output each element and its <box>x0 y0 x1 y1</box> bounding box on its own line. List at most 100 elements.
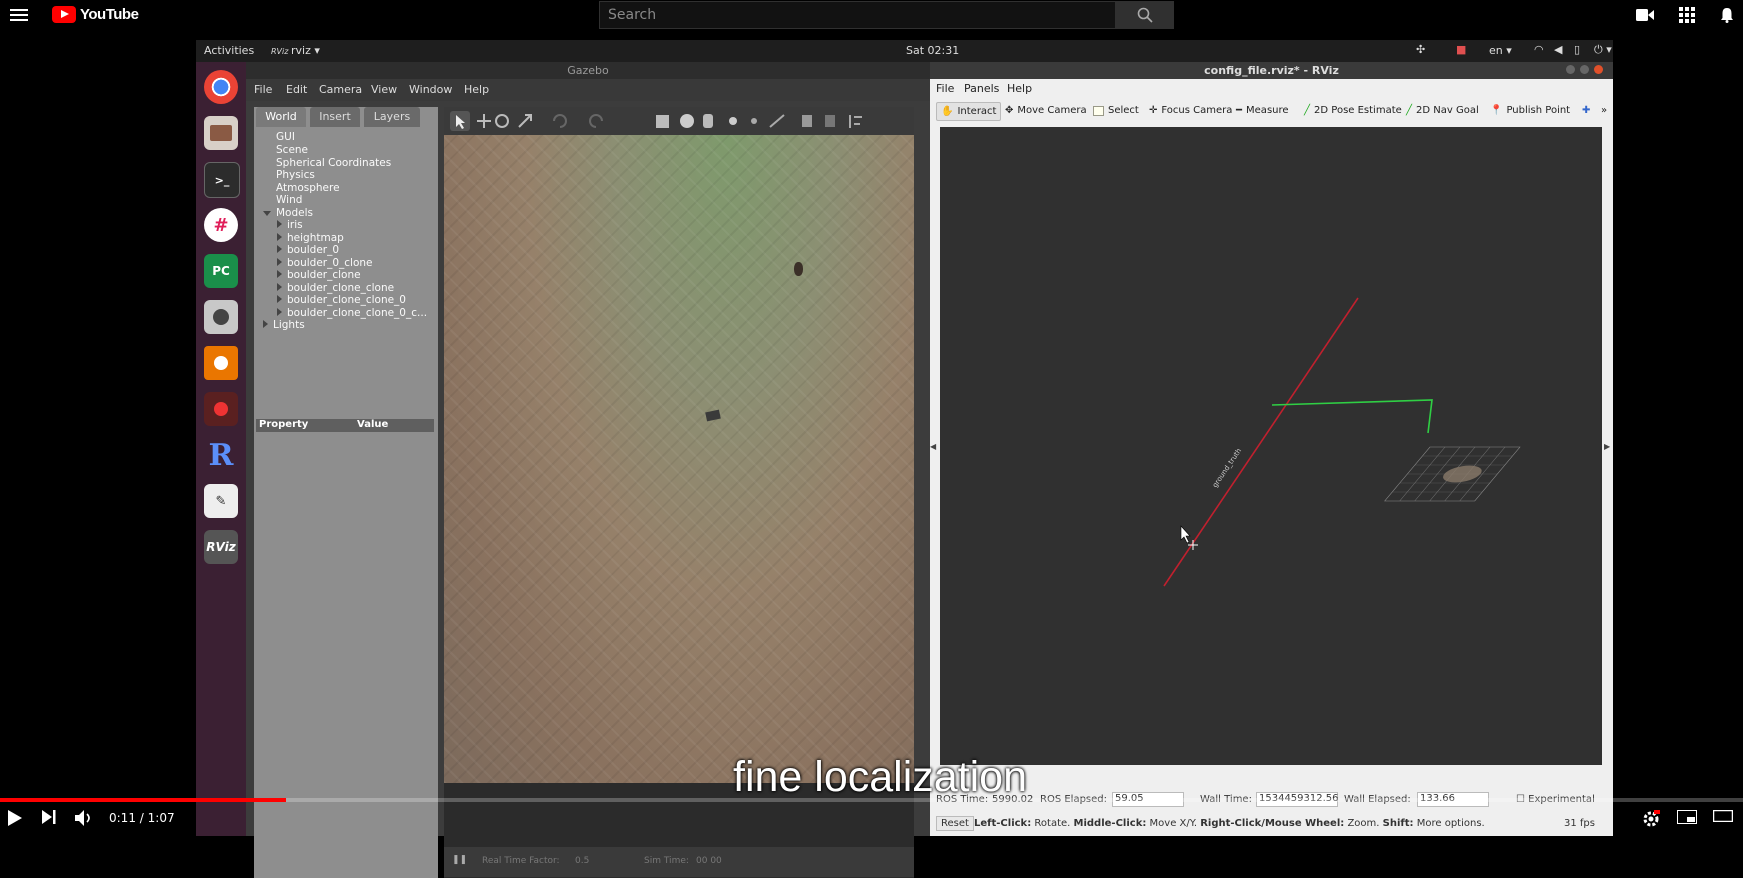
tool-2d-nav-goal[interactable]: ╱ 2D Nav Goal <box>1406 105 1479 116</box>
tab-insert[interactable]: Insert <box>310 107 360 127</box>
battery-icon[interactable]: ▯ <box>1574 43 1580 56</box>
align-icon[interactable] <box>849 115 862 128</box>
translate-tool-icon[interactable] <box>477 114 491 128</box>
chrome-icon[interactable] <box>204 70 238 104</box>
rviz-menu-help[interactable]: Help <box>1007 82 1032 95</box>
tab-world[interactable]: World <box>256 107 306 127</box>
tree-item-atmosphere[interactable]: Atmosphere <box>276 182 340 194</box>
recording-icon[interactable]: ■ <box>1456 43 1466 56</box>
recorder-icon[interactable] <box>204 392 238 426</box>
gazebo-menu-file[interactable]: File <box>254 83 272 96</box>
gazebo-menu-help[interactable]: Help <box>464 83 489 96</box>
close-icon[interactable] <box>1594 65 1603 74</box>
redo-icon[interactable] <box>589 114 603 128</box>
menu-icon[interactable] <box>10 6 28 24</box>
theater-mode-button[interactable] <box>1713 810 1733 822</box>
gazebo-terrain-scene[interactable] <box>444 135 914 783</box>
rviz-3d-view[interactable]: ground_truth <box>940 127 1602 765</box>
settings-button[interactable] <box>1642 810 1660 828</box>
terminal-icon[interactable]: >_ <box>204 162 240 198</box>
model-label: boulder_clone_clone <box>287 282 395 294</box>
next-button[interactable] <box>42 810 56 824</box>
select-tool-icon[interactable] <box>450 111 470 131</box>
bell-icon[interactable] <box>1718 6 1736 24</box>
model-boulder-clone-clone-0-c[interactable]: boulder_clone_clone_0_c... <box>277 307 427 319</box>
files-icon[interactable] <box>204 116 238 150</box>
youtube-logo[interactable]: YouTube <box>52 6 139 23</box>
editor-icon[interactable]: ✎ <box>204 484 238 518</box>
model-boulder-clone-clone[interactable]: boulder_clone_clone <box>277 282 394 294</box>
gazebo-menu-view[interactable]: View <box>371 83 397 96</box>
tool-select[interactable]: Select <box>1093 105 1139 116</box>
tool-publish-point[interactable]: 📍 Publish Point <box>1490 105 1570 116</box>
tool-interact[interactable]: ✋ Interact <box>936 102 1002 121</box>
apps-grid-icon[interactable] <box>1678 6 1696 24</box>
model-boulder-clone[interactable]: boulder_clone <box>277 269 361 281</box>
power-icon[interactable]: ⏻ ▾ <box>1594 43 1612 57</box>
tool-2d-pose-estimate[interactable]: ╱ 2D Pose Estimate <box>1304 105 1402 116</box>
tree-item-lights[interactable]: Lights <box>263 319 305 331</box>
wifi-icon[interactable]: ◠ <box>1534 43 1544 56</box>
video-camera-icon[interactable] <box>1636 6 1654 24</box>
cylinder-shape-icon[interactable] <box>703 114 713 128</box>
box-shape-icon[interactable] <box>656 115 669 128</box>
rviz-menu-panels[interactable]: Panels <box>964 82 999 95</box>
tree-item-physics[interactable]: Physics <box>276 169 315 181</box>
collapse-left-icon[interactable]: ◀ <box>930 442 936 451</box>
app-menu[interactable]: RViz rviz ▾ <box>271 44 320 57</box>
tree-item-models[interactable]: Models <box>263 207 313 219</box>
tree-item-scene[interactable]: Scene <box>276 144 308 156</box>
collapse-arrow-icon <box>277 233 282 241</box>
gazebo-world-panel: World Insert Layers GUI Scene Spherical … <box>254 107 438 878</box>
rviz-menu-file[interactable]: File <box>936 82 954 95</box>
paste-icon[interactable] <box>825 115 835 127</box>
minimize-icon[interactable] <box>1566 65 1575 74</box>
model-iris[interactable]: iris <box>277 219 303 231</box>
volume-icon[interactable]: ◀ <box>1554 43 1562 56</box>
spot-light-icon[interactable] <box>769 114 785 128</box>
model-boulder-0-clone[interactable]: boulder_0_clone <box>277 257 373 269</box>
search-button[interactable] <box>1116 1 1174 29</box>
activities-button[interactable]: Activities <box>204 44 254 57</box>
model-label: boulder_0 <box>287 244 340 256</box>
tool-focus-camera[interactable]: ✛ Focus Camera <box>1149 105 1232 116</box>
tree-item-spherical-coordinates[interactable]: Spherical Coordinates <box>276 157 391 169</box>
model-heightmap[interactable]: heightmap <box>277 232 344 244</box>
play-button[interactable] <box>8 810 22 826</box>
rviz-icon[interactable]: RViz <box>204 530 238 564</box>
tree-item-gui[interactable]: GUI <box>276 131 295 143</box>
volume-button[interactable] <box>75 810 93 826</box>
sphere-shape-icon[interactable] <box>680 114 694 128</box>
r-icon[interactable]: R <box>204 438 238 473</box>
tool-measure[interactable]: ━ Measure <box>1236 105 1289 116</box>
gazebo-menu-camera[interactable]: Camera <box>319 83 362 96</box>
search-input[interactable]: Search <box>599 1 1116 29</box>
clock[interactable]: Sat 02:31 <box>906 44 959 57</box>
sun-light-icon[interactable] <box>729 117 737 125</box>
blender-icon[interactable] <box>204 346 238 380</box>
copy-icon[interactable] <box>802 115 812 127</box>
slack-tray-icon[interactable]: ✣ <box>1416 43 1425 56</box>
tool-move-camera[interactable]: ✥ Move Camera <box>1005 105 1087 116</box>
tab-layers[interactable]: Layers <box>364 107 420 127</box>
pause-icon[interactable]: ❚❚ <box>452 855 467 865</box>
tree-item-wind[interactable]: Wind <box>276 194 302 206</box>
maximize-icon[interactable] <box>1580 65 1589 74</box>
scale-tool-icon[interactable] <box>518 114 532 128</box>
slack-icon[interactable]: # <box>204 208 238 242</box>
lang-indicator[interactable]: en ▾ <box>1489 44 1512 57</box>
gazebo-menu-edit[interactable]: Edit <box>286 83 307 96</box>
more-tools-icon[interactable]: » <box>1601 105 1607 116</box>
add-tool-icon[interactable]: ✚ <box>1582 105 1590 116</box>
undo-icon[interactable] <box>553 114 567 128</box>
point-light-icon[interactable] <box>751 118 757 124</box>
camera-icon[interactable] <box>204 300 238 334</box>
rotate-tool-icon[interactable] <box>495 114 509 128</box>
miniplayer-button[interactable] <box>1677 810 1697 824</box>
model-boulder-clone-clone-0[interactable]: boulder_clone_clone_0 <box>277 294 406 306</box>
gazebo-menu-window[interactable]: Window <box>409 83 452 96</box>
pycharm-icon[interactable]: PC <box>204 254 238 288</box>
model-boulder-0[interactable]: boulder_0 <box>277 244 339 256</box>
collapse-right-icon[interactable]: ▶ <box>1604 442 1610 451</box>
lights-label: Lights <box>273 319 305 331</box>
